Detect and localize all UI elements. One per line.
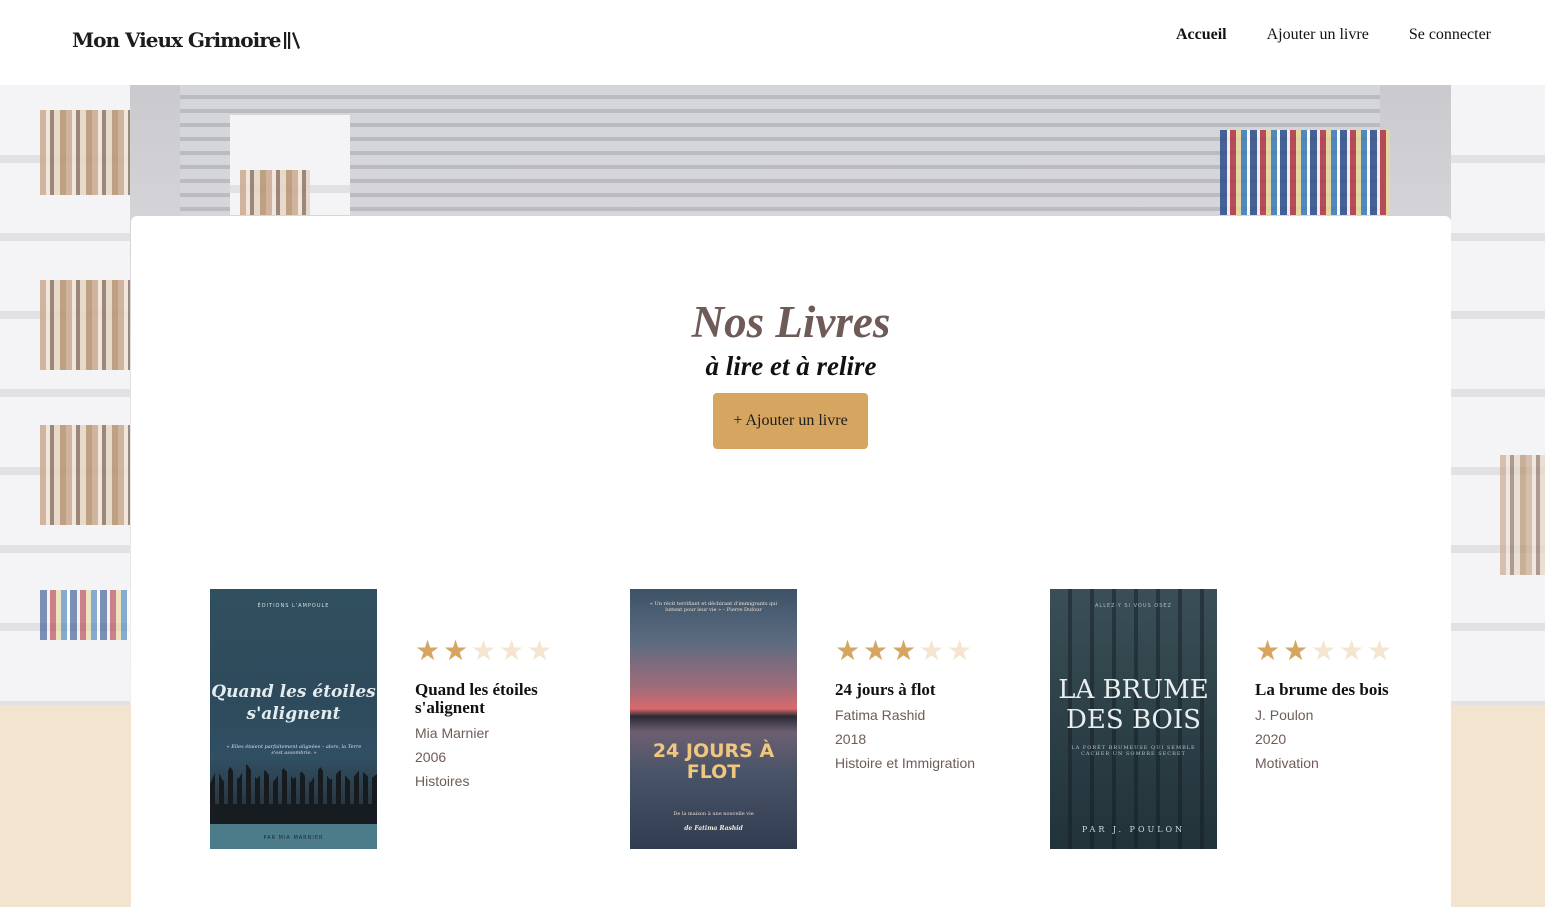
book-card[interactable]: ALLEZ-Y SI VOUS OSEZ LA BRUME DES BOIS L… [1050, 589, 1400, 849]
logo-text: Mon Vieux Grimoire [72, 28, 281, 52]
book-card[interactable]: ÉDITIONS L'AMPOULE Quand les étoiles s'a… [210, 589, 560, 849]
page-subtitle: à lire et à relire [705, 351, 877, 381]
right-bookshelf [1451, 85, 1545, 705]
main-nav: Accueil Ajouter un livre Se connecter [1176, 26, 1491, 44]
ceiling-beams [180, 85, 1380, 220]
nav-link-login[interactable]: Se connecter [1409, 26, 1491, 44]
book-info: ★ ★ ★ ★ ★ La brume des bois J. Poulon 2020 M… [1255, 637, 1405, 772]
book-genre: Histoires [415, 773, 470, 789]
left-shelf-books [40, 110, 130, 195]
book-author: J. Poulon [1255, 707, 1314, 723]
nav-link-accueil[interactable]: Accueil [1176, 26, 1227, 44]
star-empty-icon: ★ [471, 634, 497, 667]
book-author: Fatima Rashid [835, 707, 926, 723]
right-shelf-books [1500, 455, 1545, 575]
cover-title: 24 JOURS À FLOT [652, 740, 775, 783]
star-filled-icon: ★ [891, 634, 917, 667]
nav-link-add-book[interactable]: Ajouter un livre [1267, 26, 1369, 44]
cover-author: de Fatima Rashid [684, 825, 743, 832]
star-filled-icon: ★ [415, 634, 441, 667]
book-cover-image[interactable]: ALLEZ-Y SI VOUS OSEZ LA BRUME DES BOIS L… [1050, 589, 1217, 849]
add-book-button[interactable]: + Ajouter un livre [713, 393, 868, 449]
star-empty-icon: ★ [919, 634, 945, 667]
cover-quote: « Elles étaient parfaitement alignées – … [226, 744, 362, 756]
star-empty-icon: ★ [1339, 634, 1365, 667]
star-filled-icon: ★ [863, 634, 889, 667]
top-navigation-bar: Mon Vieux Grimoire Accueil Ajouter un li… [0, 0, 1545, 85]
book-genre: Histoire et Immigration [835, 755, 976, 771]
cover-author: PAR J. POULON [1081, 825, 1186, 834]
page-title: Nos Livres [691, 297, 891, 347]
left-shelf-books [40, 280, 130, 370]
book-year: 2018 [835, 731, 867, 747]
book-title[interactable]: La brume des bois [1255, 681, 1405, 699]
book-genre: Motivation [1255, 755, 1319, 771]
star-rating: ★ ★ ★ ★ ★ [1255, 637, 1405, 665]
left-shelf-books [40, 425, 130, 525]
cover-author: PAR MIA MARNIER [263, 835, 324, 841]
book-card[interactable]: « Un récit terrifiant et déchirant d'imm… [630, 589, 980, 849]
star-rating: ★ ★ ★ ★ ★ [835, 637, 985, 665]
book-year: 2020 [1255, 731, 1287, 747]
books-logo-icon [283, 30, 301, 50]
book-year: 2006 [415, 749, 447, 765]
book-author: Mia Marnier [415, 725, 489, 741]
books-panel: Nos Livres à lire et à relire + Ajouter … [131, 216, 1451, 907]
star-empty-icon: ★ [1311, 634, 1337, 667]
left-shelf-books [40, 590, 130, 640]
cover-subtitle: LA FORÊT BRUMEUSE QUI SEMBLE CACHER UN S… [1071, 745, 1196, 757]
middle-shelf-books [240, 170, 310, 215]
book-info: ★ ★ ★ ★ ★ 24 jours à flot Fatima Rashid 2018… [835, 637, 985, 772]
cover-quote: « Un récit terrifiant et déchirant d'imm… [649, 601, 778, 613]
cover-ground [210, 804, 377, 824]
star-rating: ★ ★ ★ ★ ★ [415, 637, 565, 665]
book-title[interactable]: 24 jours à flot [835, 681, 985, 699]
cover-publisher: ÉDITIONS L'AMPOULE [257, 603, 330, 609]
book-cover-image[interactable]: ÉDITIONS L'AMPOULE Quand les étoiles s'a… [210, 589, 377, 849]
star-empty-icon: ★ [499, 634, 525, 667]
cover-title: Quand les étoiles s'alignent [211, 682, 376, 724]
cover-publisher: ALLEZ-Y SI VOUS OSEZ [1095, 603, 1172, 609]
book-title[interactable]: Quand les étoiles s'alignent [415, 681, 565, 717]
book-info: ★ ★ ★ ★ ★ Quand les étoiles s'alignent Mia M… [415, 637, 565, 790]
star-filled-icon: ★ [1283, 634, 1309, 667]
star-empty-icon: ★ [527, 634, 553, 667]
star-empty-icon: ★ [947, 634, 973, 667]
star-filled-icon: ★ [443, 634, 469, 667]
site-logo[interactable]: Mon Vieux Grimoire [72, 28, 301, 52]
cover-subtitle: De la maison à une nouvelle vie [673, 811, 754, 817]
star-filled-icon: ★ [1255, 634, 1281, 667]
star-empty-icon: ★ [1367, 634, 1393, 667]
cover-title: LA BRUME DES BOIS [1058, 675, 1209, 735]
book-cover-image[interactable]: « Un récit terrifiant et déchirant d'imm… [630, 589, 797, 849]
right-shelf-books [1220, 130, 1390, 215]
star-filled-icon: ★ [835, 634, 861, 667]
